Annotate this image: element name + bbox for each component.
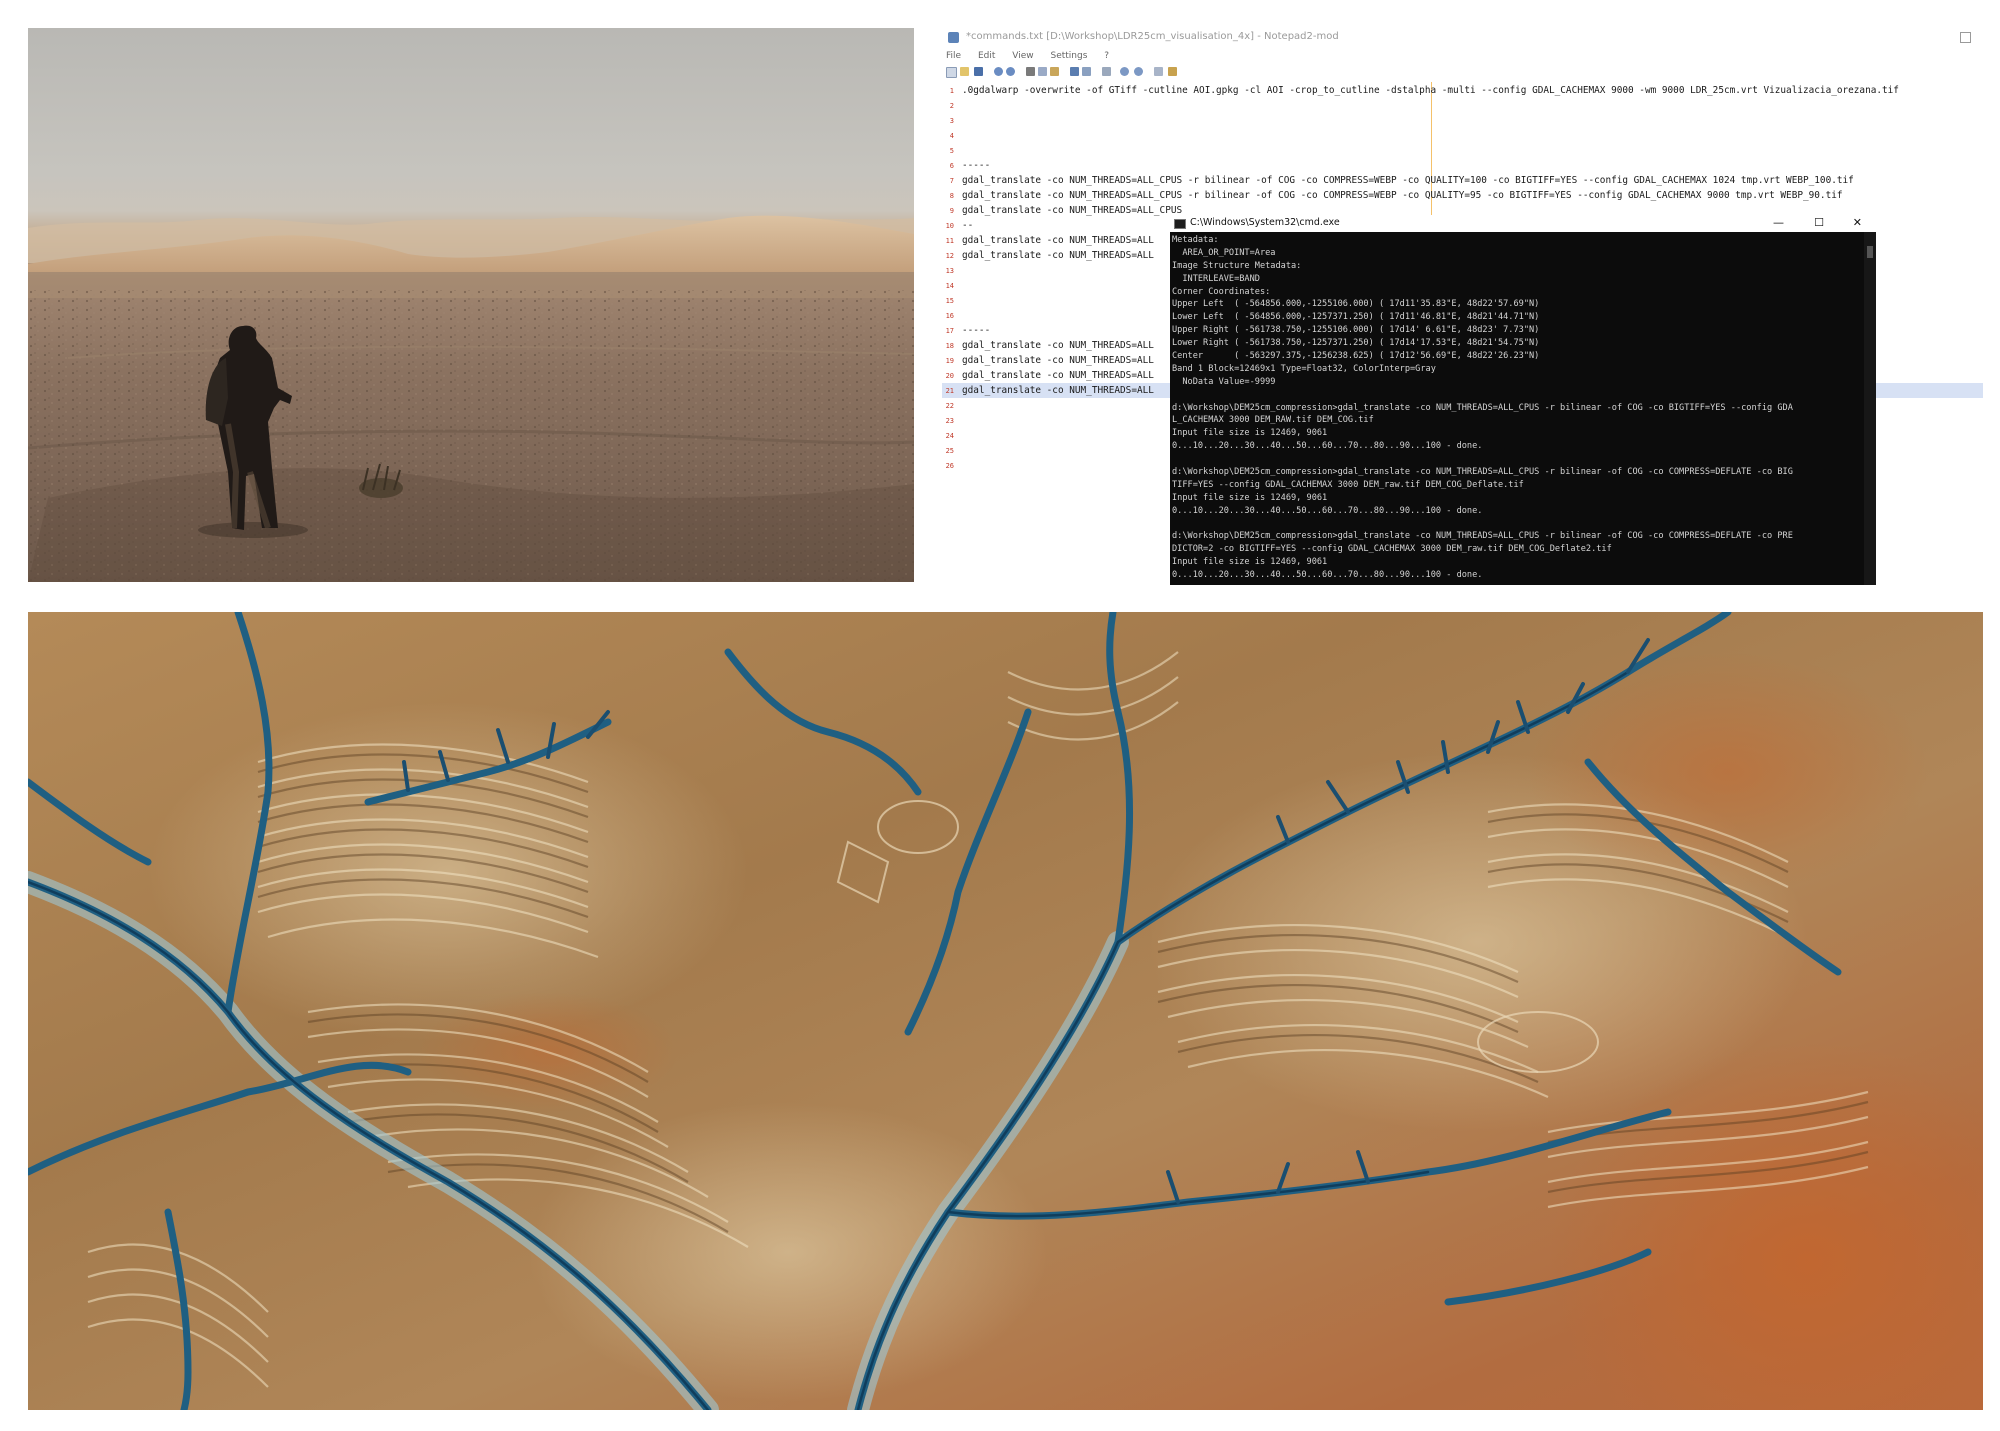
code-line-14[interactable]: 14: [942, 278, 962, 293]
code-line-3[interactable]: 3: [942, 113, 962, 128]
code-line-15[interactable]: 15: [942, 293, 962, 308]
console-line: Image Structure Metadata:: [1172, 260, 1302, 271]
code-line-22[interactable]: 22: [942, 398, 962, 413]
maximize-button[interactable]: ☐: [1814, 216, 1824, 229]
undo-icon[interactable]: [994, 67, 1003, 76]
cmd-titlebar[interactable]: C:\Windows\System32\cmd.exe — ☐ ✕: [1170, 215, 1876, 232]
word-wrap-icon[interactable]: [1102, 67, 1111, 76]
console-line: Lower Left ( -564856.000,-1257371.250) (…: [1172, 312, 1540, 323]
notepad-toolbar: [942, 64, 1983, 82]
scrollbar-thumb[interactable]: [1867, 246, 1873, 258]
cmd-app-icon: [1174, 219, 1186, 229]
console-line: d:\Workshop\DEM25cm_compression>gdal_tra…: [1172, 467, 1793, 478]
paste-icon[interactable]: [1050, 67, 1059, 76]
code-line-17[interactable]: 17 -----: [942, 323, 991, 338]
console-line: 0...10...20...30...40...50...60...70...8…: [1172, 505, 1483, 516]
console-line: Upper Right ( -561738.750,-1255106.000) …: [1172, 325, 1540, 336]
console-line: NoData Value=-9999: [1172, 376, 1276, 387]
console-line: Lower Right ( -561738.750,-1257371.250) …: [1172, 338, 1540, 349]
code-line-7[interactable]: 7 gdal_translate -co NUM_THREADS=ALL_CPUS…: [942, 173, 1854, 188]
code-line-4[interactable]: 4: [942, 128, 962, 143]
favorites-icon[interactable]: [1168, 67, 1177, 76]
desert-photo: [28, 28, 914, 582]
replace-icon[interactable]: [1082, 67, 1091, 76]
console-line: 0...10...20...30...40...50...60...70...8…: [1172, 570, 1483, 581]
console-line: 0...10...20...30...40...50...60...70...8…: [1172, 441, 1483, 452]
code-line-11[interactable]: 11 gdal_translate -co NUM_THREADS=ALL: [942, 233, 1154, 248]
code-line-10[interactable]: 10 --: [942, 218, 974, 233]
code-line-18[interactable]: 18 gdal_translate -co NUM_THREADS=ALL: [942, 338, 1154, 353]
console-line: L_CACHEMAX 3000 DEM_RAW.tif DEM_COG.tif: [1172, 415, 1374, 426]
zoom-in-icon[interactable]: [1120, 67, 1129, 76]
open-folder-icon[interactable]: [960, 67, 969, 76]
code-line-13[interactable]: 13: [942, 263, 962, 278]
code-line-26[interactable]: 26: [942, 458, 962, 473]
code-line-23[interactable]: 23: [942, 413, 962, 428]
cut-icon[interactable]: [1026, 67, 1035, 76]
menu-edit[interactable]: Edit: [978, 48, 995, 64]
notepad-app-icon: [948, 32, 959, 43]
console-output[interactable]: Metadata: AREA_OR_POINT=Area Image Struc…: [1172, 234, 1862, 585]
new-file-icon[interactable]: [946, 67, 957, 78]
console-line: d:\Workshop\DEM25cm_compression>gdal_tra…: [1172, 531, 1793, 542]
code-line-19[interactable]: 19 gdal_translate -co NUM_THREADS=ALL: [942, 353, 1154, 368]
code-line-1[interactable]: 1.0gdalwarp -overwrite -of GTiff -cutlin…: [942, 83, 1899, 98]
console-line: Band 1 Block=12469x1 Type=Float32, Color…: [1172, 363, 1436, 374]
console-line: Input file size is 12469, 9061: [1172, 428, 1328, 439]
code-line-8[interactable]: 8 gdal_translate -co NUM_THREADS=ALL_CPUS…: [942, 188, 1843, 203]
code-line-25[interactable]: 25: [942, 443, 962, 458]
find-icon[interactable]: [1070, 67, 1079, 76]
menu-view[interactable]: View: [1012, 48, 1033, 64]
cmd-title: C:\Windows\System32\cmd.exe: [1190, 217, 1340, 228]
scheme-icon[interactable]: [1154, 67, 1163, 76]
minimize-button[interactable]: —: [1773, 216, 1784, 229]
console-line: Center ( -563297.375,-1256238.625) ( 17d…: [1172, 351, 1540, 362]
console-line: Upper Left ( -564856.000,-1255106.000) (…: [1172, 299, 1540, 310]
console-line: INTERLEAVE=BAND: [1172, 273, 1260, 284]
console-line: Metadata:: [1172, 235, 1219, 245]
code-line-2[interactable]: 2: [942, 98, 962, 113]
console-line: DICTOR=2 -co BIGTIFF=YES --config GDAL_C…: [1172, 544, 1612, 555]
code-line-5[interactable]: 5: [942, 143, 962, 158]
console-scrollbar[interactable]: [1864, 232, 1876, 585]
code-line-24[interactable]: 24: [942, 428, 962, 443]
save-icon[interactable]: [974, 67, 983, 76]
console-line: Corner Coordinates:: [1172, 286, 1271, 297]
notepad-titlebar[interactable]: *commands.txt [D:\Workshop\LDR25cm_visua…: [942, 28, 1983, 48]
console-line: d:\Workshop\DEM25cm_compression>gdal_tra…: [1172, 402, 1793, 413]
code-line-6[interactable]: 6 -----: [942, 158, 990, 173]
copy-icon[interactable]: [1038, 67, 1047, 76]
notepad-title: *commands.txt [D:\Workshop\LDR25cm_visua…: [966, 31, 1339, 42]
code-line-9[interactable]: 9 gdal_translate -co NUM_THREADS=ALL_CPUS: [942, 203, 1182, 218]
console-line: Input file size is 12469, 9061: [1172, 557, 1328, 568]
console-line: AREA_OR_POINT=Area: [1172, 247, 1276, 258]
close-button[interactable]: ✕: [1853, 216, 1862, 229]
menu-file[interactable]: File: [946, 48, 961, 64]
code-line-16[interactable]: 16: [942, 308, 962, 323]
console-line: TIFF=YES --config GDAL_CACHEMAX 3000 DEM…: [1172, 479, 1524, 490]
redo-icon[interactable]: [1006, 67, 1015, 76]
maximize-icon[interactable]: [1960, 32, 1971, 43]
cmd-window: C:\Windows\System32\cmd.exe — ☐ ✕ Metada…: [1170, 215, 1876, 585]
notepad-menubar: File Edit View Settings ?: [942, 48, 1983, 64]
console-line: Input file size is 12469, 9061: [1172, 492, 1328, 503]
menu-settings[interactable]: Settings: [1050, 48, 1087, 64]
lidar-relief-map: [28, 612, 1983, 1410]
desert-scene: [28, 215, 914, 582]
relief-visualisation: [28, 612, 1983, 1410]
zoom-out-icon[interactable]: [1134, 67, 1143, 76]
menu-help[interactable]: ?: [1104, 48, 1109, 64]
